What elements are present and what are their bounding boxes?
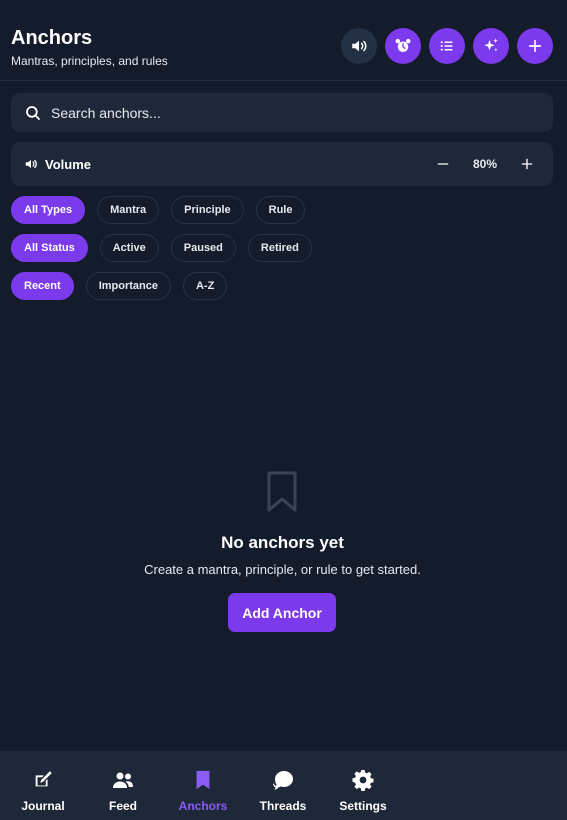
- add-anchor-button[interactable]: Add Anchor: [228, 593, 336, 632]
- sort-filter-row: Recent Importance A-Z: [11, 272, 239, 300]
- plus-icon: [521, 158, 533, 170]
- volume-icon: [352, 40, 367, 52]
- search-bar[interactable]: [11, 93, 553, 132]
- nav-item-anchors[interactable]: Anchors: [168, 751, 238, 820]
- nav-item-settings[interactable]: Settings: [328, 751, 398, 820]
- volume-small-icon: [24, 157, 38, 171]
- chip-a-z[interactable]: A-Z: [182, 272, 228, 300]
- chip-importance[interactable]: Importance: [85, 272, 171, 300]
- chip-paused[interactable]: Paused: [170, 234, 236, 262]
- ai-generate-button[interactable]: [473, 28, 509, 64]
- alarm-button[interactable]: [385, 28, 421, 64]
- volume-value: 80%: [472, 157, 498, 171]
- journal-icon: [31, 768, 55, 792]
- users-icon: [111, 768, 135, 792]
- app: Anchors Mantras, principles, and rules S…: [0, 0, 567, 820]
- nav-label-anchors: Anchors: [178, 799, 228, 813]
- chat-icon: [271, 768, 295, 792]
- volume-label: Volume: [45, 157, 91, 172]
- search-input[interactable]: [51, 104, 553, 121]
- alarm-icon: [395, 38, 411, 52]
- nav-label-feed: Feed: [108, 799, 137, 813]
- empty-state-title: No anchors yet: [221, 533, 344, 552]
- nav-label-journal: Journal: [21, 799, 65, 813]
- list-icon: [440, 41, 453, 51]
- sparkles-icon: [484, 38, 498, 52]
- chip-active[interactable]: Active: [99, 234, 159, 262]
- chip-mantra[interactable]: Mantra: [97, 196, 160, 224]
- gear-icon: [351, 768, 375, 792]
- header: Anchors Mantras, principles, and rules: [0, 0, 567, 81]
- chip-rule[interactable]: Rule: [255, 196, 306, 224]
- status-filter-row: All Status Active Paused Retired: [11, 234, 324, 262]
- nav-label-settings: Settings: [339, 799, 387, 813]
- volume-increase-button[interactable]: [516, 153, 538, 175]
- page-subtitle: Mantras, principles, and rules: [11, 54, 168, 68]
- add-button[interactable]: [517, 28, 553, 64]
- chip-recent[interactable]: Recent: [11, 272, 74, 300]
- chip-principle[interactable]: Principle: [171, 196, 244, 224]
- chip-retired[interactable]: Retired: [247, 234, 312, 262]
- nav-item-journal[interactable]: Journal: [8, 751, 78, 820]
- chip-all-status[interactable]: All Status: [11, 234, 88, 262]
- bookmark-outline-icon: [267, 471, 297, 512]
- bookmark-icon: [191, 768, 215, 792]
- volume-decrease-button[interactable]: [432, 153, 454, 175]
- nav-label-threads: Threads: [259, 799, 307, 813]
- volume-button[interactable]: [341, 28, 377, 64]
- type-filter-row: All Types Mantra Principle Rule: [11, 196, 317, 224]
- nav-item-feed[interactable]: Feed: [88, 751, 158, 820]
- bottom-nav: Journal Feed Anchors Threads Settings: [0, 751, 567, 820]
- chip-all-types[interactable]: All Types: [11, 196, 86, 224]
- volume-control: Volume 80%: [11, 142, 553, 186]
- nav-item-threads[interactable]: Threads: [248, 751, 318, 820]
- page-title: Anchors: [11, 27, 93, 49]
- list-view-button[interactable]: [429, 28, 465, 64]
- search-icon: [24, 104, 42, 122]
- minus-icon: [437, 163, 449, 165]
- plus-icon: [528, 39, 542, 53]
- empty-state-text: Create a mantra, principle, or rule to g…: [144, 562, 421, 577]
